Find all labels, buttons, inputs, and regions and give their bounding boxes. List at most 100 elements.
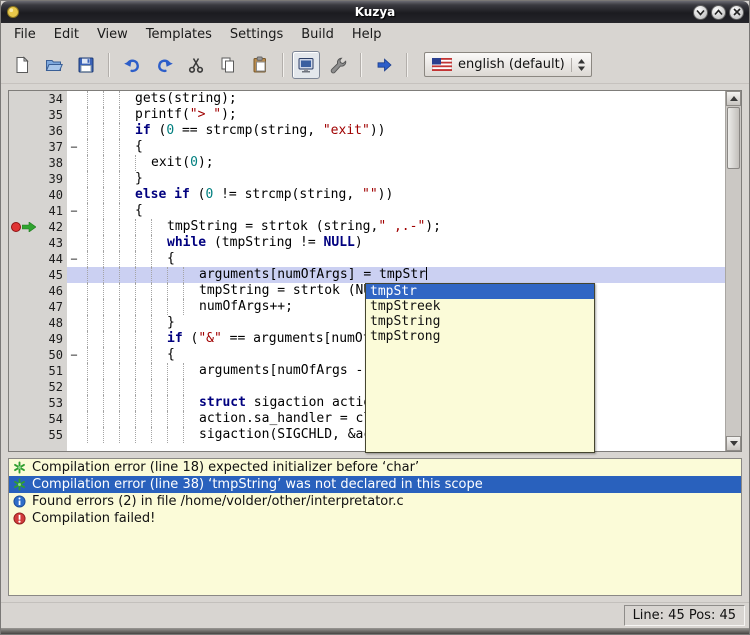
indent-guide xyxy=(103,347,119,363)
code-line-39[interactable]: 39} xyxy=(9,171,725,187)
line-marker-area[interactable] xyxy=(9,171,37,187)
scroll-up-button[interactable] xyxy=(726,91,741,106)
code-line-34[interactable]: 34gets(string); xyxy=(9,91,725,107)
menu-item-build[interactable]: Build xyxy=(292,24,343,45)
menu-item-edit[interactable]: Edit xyxy=(45,24,88,45)
line-marker-area[interactable] xyxy=(9,283,37,299)
run-button[interactable] xyxy=(370,51,398,79)
indent-guide xyxy=(87,203,103,219)
line-marker-area[interactable] xyxy=(9,347,37,363)
scroll-down-button[interactable] xyxy=(726,436,741,451)
menu-item-settings[interactable]: Settings xyxy=(221,24,292,45)
cut-button[interactable] xyxy=(182,51,210,79)
indent-guide xyxy=(135,235,151,251)
indent-guide xyxy=(103,91,119,107)
indent-guide xyxy=(87,267,103,283)
close-button[interactable] xyxy=(729,5,744,20)
message-row[interactable]: Compilation failed! xyxy=(9,510,741,527)
message-row[interactable]: Compilation error (line 38) ‘tmpString’ … xyxy=(9,476,741,493)
indent-guide xyxy=(135,155,151,171)
build-output-panel[interactable]: Compilation error (line 18) expected ini… xyxy=(8,458,742,596)
line-marker-area[interactable] xyxy=(9,187,37,203)
build-settings-button[interactable] xyxy=(324,51,352,79)
fold-marker[interactable]: − xyxy=(67,347,81,363)
copy-button[interactable] xyxy=(214,51,242,79)
paste-button[interactable] xyxy=(246,51,274,79)
line-number: 54 xyxy=(37,411,67,427)
fold-marker xyxy=(67,123,81,139)
line-marker-area[interactable] xyxy=(9,219,37,235)
indent-guide xyxy=(119,107,135,123)
indent-guide xyxy=(135,427,151,443)
line-marker-area[interactable] xyxy=(9,267,37,283)
maximize-button[interactable] xyxy=(711,5,726,20)
line-marker-area[interactable] xyxy=(9,331,37,347)
triangle-up-icon xyxy=(730,92,738,101)
line-marker-area[interactable] xyxy=(9,203,37,219)
line-marker-area[interactable] xyxy=(9,395,37,411)
message-row[interactable]: Compilation error (line 18) expected ini… xyxy=(9,459,741,476)
code-line-37[interactable]: 37−{ xyxy=(9,139,725,155)
title-bar[interactable]: Kuzya xyxy=(1,1,749,23)
toggle-output-button[interactable] xyxy=(292,51,320,79)
message-row[interactable]: Found errors (2) in file /home/volder/ot… xyxy=(9,493,741,510)
line-marker-area[interactable] xyxy=(9,251,37,267)
menu-item-file[interactable]: File xyxy=(5,24,45,45)
app-icon[interactable] xyxy=(6,5,21,20)
line-marker-area[interactable] xyxy=(9,379,37,395)
fold-marker[interactable]: − xyxy=(67,139,81,155)
maximize-icon xyxy=(714,9,723,16)
indent-guide xyxy=(87,139,103,155)
minimize-button[interactable] xyxy=(693,5,708,20)
line-marker-area[interactable] xyxy=(9,235,37,251)
completion-item[interactable]: tmpStr xyxy=(366,284,594,299)
code-editor[interactable]: 34gets(string);35printf("> ");36if (0 ==… xyxy=(8,90,742,452)
code-line-38[interactable]: 38exit(0); xyxy=(9,155,725,171)
code-line-36[interactable]: 36if (0 == strcmp(string, "exit")) xyxy=(9,123,725,139)
fold-marker xyxy=(67,427,81,443)
vertical-scrollbar[interactable] xyxy=(725,91,741,451)
open-file-button[interactable] xyxy=(40,51,68,79)
line-marker-area[interactable] xyxy=(9,155,37,171)
line-marker-area[interactable] xyxy=(9,315,37,331)
indent-guide xyxy=(119,299,135,315)
indent-guide xyxy=(119,187,135,203)
line-marker-area[interactable] xyxy=(9,299,37,315)
indent-guide xyxy=(119,267,135,283)
completion-item[interactable]: tmpStrong xyxy=(366,329,594,344)
combo-spinner-icon[interactable] xyxy=(571,58,586,72)
menu-item-view[interactable]: View xyxy=(88,24,137,45)
line-marker-area[interactable] xyxy=(9,363,37,379)
language-combobox[interactable]: english (default) xyxy=(424,52,592,77)
line-marker-area[interactable] xyxy=(9,139,37,155)
line-number: 37 xyxy=(37,139,67,155)
indent-guide xyxy=(151,363,167,379)
save-file-button[interactable] xyxy=(72,51,100,79)
compile-error-icon xyxy=(13,461,26,474)
fold-marker[interactable]: − xyxy=(67,203,81,219)
code-line-42[interactable]: 42tmpString = strtok (string," ,.-"); xyxy=(9,219,725,235)
completion-item[interactable]: tmpStreek xyxy=(366,299,594,314)
code-line-43[interactable]: 43while (tmpString != NULL) xyxy=(9,235,725,251)
new-file-button[interactable] xyxy=(8,51,36,79)
code-line-40[interactable]: 40else if (0 != strcmp(string, "")) xyxy=(9,187,725,203)
menu-item-templates[interactable]: Templates xyxy=(137,24,221,45)
line-marker-area[interactable] xyxy=(9,427,37,443)
scrollbar-thumb[interactable] xyxy=(727,107,740,169)
indent-guide xyxy=(87,315,103,331)
indent-guide xyxy=(151,411,167,427)
code-line-41[interactable]: 41−{ xyxy=(9,203,725,219)
undo-button[interactable] xyxy=(118,51,146,79)
line-marker-area[interactable] xyxy=(9,107,37,123)
fold-marker[interactable]: − xyxy=(67,251,81,267)
code-line-45[interactable]: 45arguments[numOfArgs] = tmpStr xyxy=(9,267,725,283)
line-marker-area[interactable] xyxy=(9,91,37,107)
menu-item-help[interactable]: Help xyxy=(343,24,391,45)
fold-marker xyxy=(67,283,81,299)
line-marker-area[interactable] xyxy=(9,123,37,139)
line-marker-area[interactable] xyxy=(9,411,37,427)
completion-item[interactable]: tmpString xyxy=(366,314,594,329)
code-line-35[interactable]: 35printf("> "); xyxy=(9,107,725,123)
redo-button[interactable] xyxy=(150,51,178,79)
code-line-44[interactable]: 44−{ xyxy=(9,251,725,267)
